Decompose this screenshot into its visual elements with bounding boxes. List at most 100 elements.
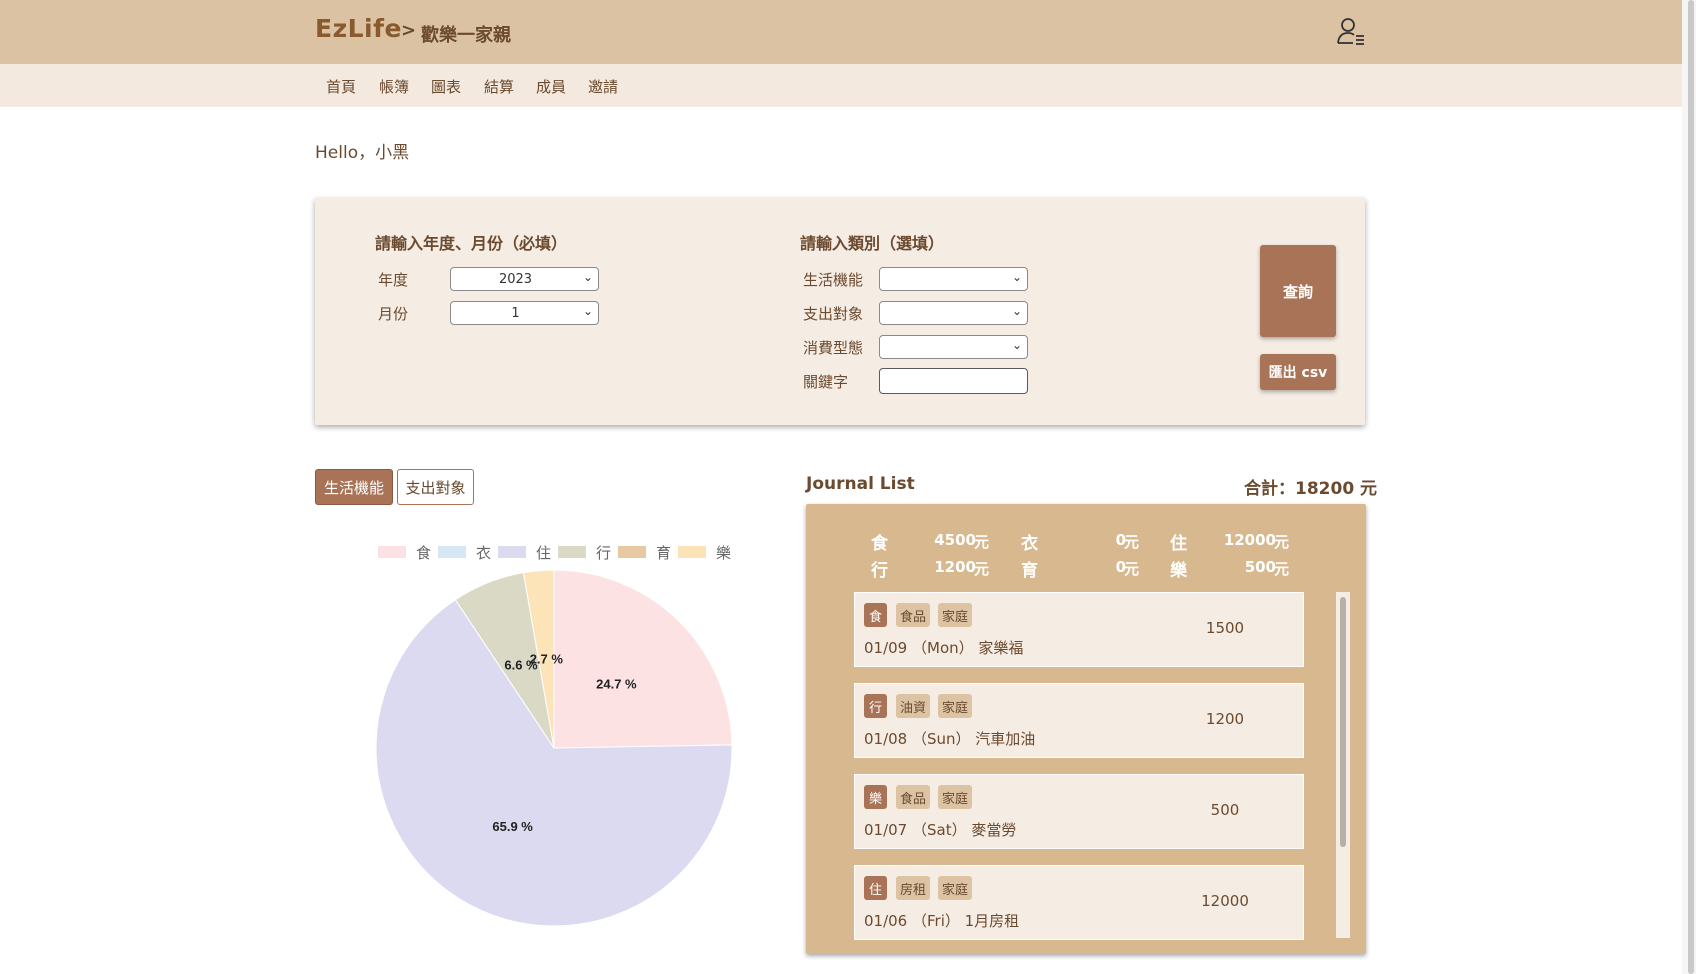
keyword-input[interactable] xyxy=(879,368,1028,394)
entry-target-badge: 家庭 xyxy=(938,694,973,718)
entry-date: 01/07 （Sat） 麥當勞 xyxy=(864,821,1017,839)
legend-label[interactable]: 育 xyxy=(656,542,671,563)
summary-unit: 元 xyxy=(1124,560,1140,578)
page-scrollbar-thumb[interactable] xyxy=(1688,0,1694,974)
nav-home[interactable]: 首頁 xyxy=(326,76,356,97)
pie-slice-食[interactable] xyxy=(553,569,733,749)
legend-swatch[interactable] xyxy=(558,546,586,558)
life-function-select[interactable]: ⌄ xyxy=(879,267,1028,291)
journal-entry[interactable]: 樂 食品 家庭 01/07 （Sat） 麥當勞 500 xyxy=(854,774,1304,849)
summary-cat: 住 xyxy=(1170,534,1187,554)
category-section-title: 請輸入類別（選填） xyxy=(800,234,945,253)
nav-invite[interactable]: 邀請 xyxy=(588,76,618,97)
entry-type-badge: 油資 xyxy=(896,694,931,718)
summary-amount: 500 xyxy=(1244,558,1276,576)
nav-ledger[interactable]: 帳簿 xyxy=(379,76,409,97)
pie-slice-label: 2.7 % xyxy=(530,651,564,666)
user-menu-icon[interactable] xyxy=(1336,16,1366,46)
export-csv-button[interactable]: 匯出 csv xyxy=(1260,354,1336,390)
month-label: 月份 xyxy=(378,305,409,323)
chevron-down-icon: ⌄ xyxy=(1011,270,1022,284)
journal-entry[interactable]: 行 油資 家庭 01/08 （Sun） 汽車加油 1200 xyxy=(854,683,1304,758)
summary-unit: 元 xyxy=(1274,533,1290,551)
nav-settlement[interactable]: 結算 xyxy=(484,76,514,97)
tab-expense-target[interactable]: 支出對象 xyxy=(397,469,474,505)
summary-cat: 食 xyxy=(871,534,888,554)
journal-entry[interactable]: 食 食品 家庭 01/09 （Mon） 家樂福 1500 xyxy=(854,592,1304,667)
ledger-name: 歡樂一家親 xyxy=(421,25,511,46)
summary-unit: 元 xyxy=(1124,533,1140,551)
summary-cat: 育 xyxy=(1021,561,1038,581)
summary-amount: 4500 xyxy=(934,531,976,549)
expense-target-select[interactable]: ⌄ xyxy=(879,301,1028,325)
entry-type-badge: 食品 xyxy=(896,785,931,809)
summary-amount: 0 xyxy=(1115,558,1126,576)
journal-list-title: Journal List xyxy=(806,474,915,494)
entry-target-badge: 家庭 xyxy=(938,603,973,627)
legend-swatch[interactable] xyxy=(678,546,706,558)
summary-cat: 行 xyxy=(871,561,888,581)
summary-amount: 0 xyxy=(1115,531,1126,549)
entry-amount: 1500 xyxy=(1205,619,1245,637)
brand-logo[interactable]: EzLife xyxy=(315,14,402,43)
summary-amount: 1200 xyxy=(934,558,976,576)
consumption-type-select[interactable]: ⌄ xyxy=(879,335,1028,359)
life-function-label: 生活機能 xyxy=(803,271,864,289)
chevron-down-icon: ⌄ xyxy=(582,304,593,318)
page-scrollbar[interactable] xyxy=(1682,0,1696,974)
chevron-down-icon: ⌄ xyxy=(1011,338,1022,352)
legend-swatch[interactable] xyxy=(438,546,466,558)
legend-label[interactable]: 食 xyxy=(416,542,431,563)
chevron-down-icon: ⌄ xyxy=(582,270,593,284)
journal-total: 合計：18200 元 xyxy=(1244,479,1378,499)
tab-life-function[interactable]: 生活機能 xyxy=(315,469,393,505)
entry-date: 01/06 （Fri） 1月房租 xyxy=(864,912,1020,930)
pie-slice-label: 65.9 % xyxy=(492,819,533,834)
year-label: 年度 xyxy=(378,271,409,289)
summary-unit: 元 xyxy=(1274,560,1290,578)
query-button[interactable]: 查詢 xyxy=(1260,245,1336,337)
month-select[interactable]: 1 ⌄ xyxy=(450,301,599,325)
legend-swatch[interactable] xyxy=(498,546,526,558)
entry-amount: 500 xyxy=(1210,801,1240,819)
entry-date: 01/08 （Sun） 汽車加油 xyxy=(864,730,1036,748)
legend-label[interactable]: 行 xyxy=(596,542,611,563)
legend-label[interactable]: 住 xyxy=(536,542,551,563)
legend-label[interactable]: 樂 xyxy=(716,542,731,563)
entry-type-badge: 房租 xyxy=(896,876,931,900)
keyword-label: 關鍵字 xyxy=(803,373,849,391)
nav-chart[interactable]: 圖表 xyxy=(431,76,461,97)
breadcrumb-separator: > xyxy=(401,20,417,41)
entry-type-badge: 食品 xyxy=(896,603,931,627)
entry-category-badge: 行 xyxy=(864,694,887,718)
journal-scrollbar-thumb[interactable] xyxy=(1340,597,1346,847)
entry-category-badge: 樂 xyxy=(864,785,887,809)
summary-unit: 元 xyxy=(974,533,990,551)
top-bar: EzLife > 歡樂一家親 xyxy=(0,0,1682,64)
summary-cat: 衣 xyxy=(1021,534,1038,554)
entry-target-badge: 家庭 xyxy=(938,785,973,809)
summary-unit: 元 xyxy=(974,560,990,578)
summary-cat: 樂 xyxy=(1170,561,1187,581)
consumption-type-label: 消費型態 xyxy=(803,339,864,357)
main-nav: 首頁 帳簿 圖表 結算 成員 邀請 xyxy=(0,64,1682,107)
legend-swatch[interactable] xyxy=(378,546,406,558)
greeting: Hello，小黑 xyxy=(315,143,410,163)
date-section-title: 請輸入年度、月份（必填） xyxy=(375,234,568,253)
filter-panel: 請輸入年度、月份（必填） 年度 2023 ⌄ 月份 1 ⌄ 請輸入類別（選填） … xyxy=(315,198,1365,425)
year-select[interactable]: 2023 ⌄ xyxy=(450,267,599,291)
entry-amount: 1200 xyxy=(1205,710,1245,728)
journal-scrollbar[interactable] xyxy=(1336,592,1350,938)
nav-members[interactable]: 成員 xyxy=(536,76,566,97)
pie-slice-label: 24.7 % xyxy=(596,677,637,692)
summary-amount: 12000 xyxy=(1223,531,1276,549)
entry-date: 01/09 （Mon） 家樂福 xyxy=(864,639,1024,657)
entry-target-badge: 家庭 xyxy=(938,876,973,900)
chevron-down-icon: ⌄ xyxy=(1011,304,1022,318)
expense-target-label: 支出對象 xyxy=(803,305,864,323)
entry-amount: 12000 xyxy=(1201,892,1249,910)
entry-category-badge: 食 xyxy=(864,603,887,627)
journal-entry[interactable]: 住 房租 家庭 01/06 （Fri） 1月房租 12000 xyxy=(854,865,1304,940)
legend-swatch[interactable] xyxy=(618,546,646,558)
legend-label[interactable]: 衣 xyxy=(476,542,491,563)
